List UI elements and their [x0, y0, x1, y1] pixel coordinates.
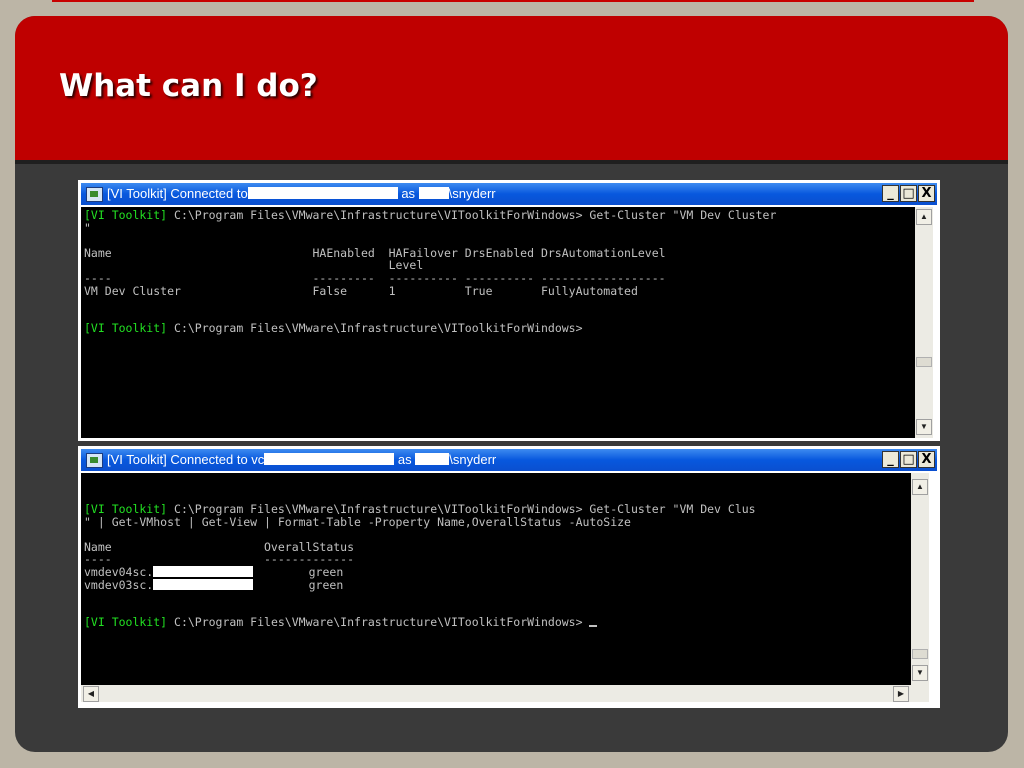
prompt-prefix: [VI Toolkit]: [84, 321, 168, 336]
slide-title: What can I do?: [59, 68, 318, 104]
maximize-button[interactable]: □: [900, 451, 917, 468]
vertical-scrollbar-2[interactable]: ▲ ▼: [911, 473, 929, 685]
console-window-2[interactable]: [VI Toolkit] Connected to vc as \snyderr…: [78, 446, 940, 708]
console-line: [VI Toolkit] C:\Program Files\VMware\Inf…: [84, 209, 776, 222]
redacted-domain: [418, 187, 449, 199]
scroll-down-arrow-icon[interactable]: ▼: [912, 665, 928, 681]
console-line: ": [84, 220, 91, 235]
title-banner: What can I do?: [15, 16, 1008, 160]
scroll-right-arrow-icon[interactable]: ▶: [893, 686, 909, 702]
console-text: VM Dev Cluster False 1 True FullyAutomat…: [84, 283, 638, 298]
window-1-title: [VI Toolkit] Connected to as \snyderr: [107, 186, 496, 201]
console-text: C:\Program Files\VMware\Infrastructure\V…: [167, 208, 777, 222]
prompt-prefix: [VI Toolkit]: [84, 615, 168, 630]
scroll-thumb[interactable]: [916, 357, 932, 367]
redacted-hostname: [153, 566, 254, 577]
window-2-titlebar[interactable]: [VI Toolkit] Connected to vc as \snyderr…: [81, 449, 937, 471]
console-line: [VI Toolkit] C:\Program Files\VMware\Inf…: [84, 615, 598, 630]
banner-shadow: [15, 160, 1008, 164]
maximize-button[interactable]: □: [900, 185, 917, 202]
minimize-button[interactable]: _: [882, 451, 899, 468]
redacted-server: [264, 453, 395, 465]
scroll-up-arrow-icon[interactable]: ▲: [916, 209, 932, 225]
window-1-titlebar[interactable]: [VI Toolkit] Connected to as \snyderr _ …: [81, 183, 937, 205]
close-button[interactable]: X: [918, 451, 935, 468]
resize-grip-icon[interactable]: [911, 685, 929, 702]
overall-status-value: green: [253, 577, 344, 592]
console-text: " | Get-VMhost | Get-View | Format-Table…: [84, 514, 631, 529]
scroll-left-arrow-icon[interactable]: ◀: [83, 686, 99, 702]
console-text: C:\Program Files\VMware\Infrastructure\V…: [167, 321, 583, 336]
redacted-server: [247, 187, 398, 199]
console-line: VM Dev Cluster False 1 True FullyAutomat…: [84, 283, 638, 298]
minimize-button[interactable]: _: [882, 185, 899, 202]
text-cursor: [589, 625, 598, 628]
prompt-prefix: [VI Toolkit]: [84, 208, 168, 222]
vertical-scrollbar-1[interactable]: ▲ ▼: [915, 207, 933, 438]
console-text: vmdev03sc.: [84, 577, 154, 592]
scroll-up-arrow-icon[interactable]: ▲: [912, 479, 928, 495]
close-button[interactable]: X: [918, 185, 935, 202]
console-app-icon: [86, 187, 103, 202]
console-line: " | Get-VMhost | Get-View | Format-Table…: [84, 514, 631, 529]
top-accent-line: [52, 0, 974, 2]
scroll-down-arrow-icon[interactable]: ▼: [916, 419, 932, 435]
redacted-domain: [415, 453, 450, 465]
console-output-1[interactable]: [VI Toolkit] C:\Program Files\VMware\Inf…: [81, 207, 915, 438]
console-line: [VI Toolkit] C:\Program Files\VMware\Inf…: [84, 322, 583, 335]
console-text: ": [84, 220, 91, 235]
scroll-thumb[interactable]: [912, 649, 928, 659]
window-2-title: [VI Toolkit] Connected to vc as \snyderr: [107, 452, 497, 467]
console-app-icon: [86, 453, 103, 468]
console-window-1[interactable]: [VI Toolkit] Connected to as \snyderr _ …: [78, 180, 940, 441]
console-output-2[interactable]: [VI Toolkit] C:\Program Files\VMware\Inf…: [81, 473, 911, 685]
horizontal-scrollbar-2[interactable]: ◀ ▶: [81, 685, 911, 702]
console-line: vmdev03sc. green: [84, 577, 344, 592]
redacted-hostname: [153, 578, 254, 590]
console-text: C:\Program Files\VMware\Infrastructure\V…: [167, 615, 590, 630]
